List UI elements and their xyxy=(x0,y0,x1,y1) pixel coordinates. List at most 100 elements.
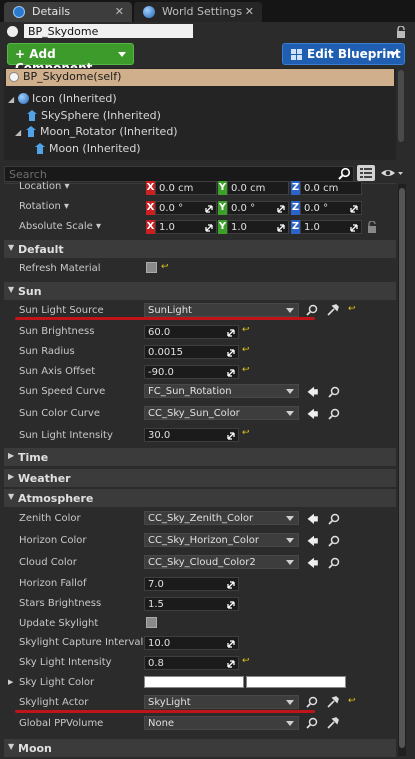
picker-icon[interactable] xyxy=(327,304,339,316)
reset-icon[interactable]: ↩ xyxy=(348,696,356,706)
grid-view-icon[interactable] xyxy=(357,165,375,181)
section-moon[interactable]: ▼ Moon xyxy=(4,739,396,757)
picker-icon[interactable] xyxy=(327,696,339,708)
reset-icon[interactable]: ↩ xyxy=(348,304,356,314)
details-scrollbar[interactable] xyxy=(399,188,405,748)
sky-light-color-swatch[interactable] xyxy=(144,676,244,688)
browse-icon[interactable] xyxy=(306,717,318,729)
search-icon[interactable] xyxy=(338,167,351,180)
browse-icon[interactable] xyxy=(306,304,318,316)
close-icon[interactable]: ✕ xyxy=(245,5,254,18)
zenith-color-combo[interactable]: CC_Sky_Zenith_Color xyxy=(144,511,299,525)
eye-icon[interactable] xyxy=(380,167,404,180)
tree-scrollbar[interactable] xyxy=(398,70,404,142)
horizon-fallof-label: Horizon Fallof xyxy=(19,578,87,589)
sun-color-curve-combo[interactable]: CC_Sky_Sun_Color xyxy=(144,406,299,420)
skylight-capture-interval-field[interactable]: 10.0 xyxy=(144,636,239,650)
drag-handle-icon[interactable] xyxy=(226,368,236,378)
drag-handle-icon[interactable] xyxy=(226,328,236,338)
sun-brightness-field[interactable]: 60.0 xyxy=(144,325,239,339)
drag-handle-icon[interactable] xyxy=(276,223,286,233)
reset-icon[interactable]: ↩ xyxy=(242,345,250,355)
section-weather[interactable]: ▶ Weather xyxy=(4,469,396,487)
close-icon[interactable]: ✕ xyxy=(115,5,124,18)
cloud-color-combo[interactable]: CC_Sky_Cloud_Color2 xyxy=(144,555,299,569)
drag-handle-icon[interactable] xyxy=(226,600,236,610)
section-time[interactable]: ▶ Time xyxy=(4,448,396,466)
use-selected-icon[interactable]: 🡄 xyxy=(307,511,318,530)
drag-handle-icon[interactable] xyxy=(226,580,236,590)
rotation-z-field[interactable]: 0.0 ° xyxy=(300,201,362,215)
browse-icon[interactable] xyxy=(328,513,340,525)
tab-details[interactable]: Details ✕ xyxy=(4,2,132,22)
reset-icon[interactable]: ↩ xyxy=(242,656,250,666)
sun-light-source-combo[interactable]: SunLight xyxy=(144,303,299,317)
scale-x-field[interactable]: 1.0 xyxy=(155,220,217,234)
rotation-x-field[interactable]: 0.0 ° xyxy=(155,201,217,215)
scale-label[interactable]: Absolute Scale ▾ xyxy=(19,221,101,232)
drag-handle-icon[interactable] xyxy=(226,431,236,441)
expand-arrow-icon[interactable]: ◢ xyxy=(15,128,21,137)
location-y-field[interactable]: 0.0 cm xyxy=(227,181,289,195)
browse-icon[interactable] xyxy=(328,386,340,398)
global-ppvolume-combo[interactable]: None xyxy=(144,716,299,730)
search-input[interactable]: Search xyxy=(4,166,354,182)
drag-handle-icon[interactable] xyxy=(226,659,236,669)
edit-blueprint-button[interactable]: Edit Blueprint xyxy=(282,43,405,65)
actor-name-field[interactable]: BP_Skydome xyxy=(24,24,193,38)
tab-world-settings[interactable]: World Settings ✕ xyxy=(134,2,262,22)
drag-handle-icon[interactable] xyxy=(204,223,214,233)
drag-handle-icon[interactable] xyxy=(226,639,236,649)
drag-handle-icon[interactable] xyxy=(204,204,214,214)
reset-icon[interactable]: ↩ xyxy=(242,325,250,335)
sun-light-source-label: Sun Light Source xyxy=(19,305,104,316)
rotation-label[interactable]: Rotation ▾ xyxy=(19,201,69,212)
stars-brightness-field[interactable]: 1.5 xyxy=(144,597,239,611)
expand-arrow-icon[interactable]: ▶ xyxy=(8,678,13,686)
sun-light-intensity-field[interactable]: 30.0 xyxy=(144,428,239,442)
drag-handle-icon[interactable] xyxy=(276,204,286,214)
rotation-y-field[interactable]: 0.0 ° xyxy=(227,201,289,215)
horizon-fallof-field[interactable]: 7.0 xyxy=(144,577,239,591)
section-atmosphere[interactable]: ▼ Atmosphere xyxy=(4,489,396,507)
skylight-actor-combo[interactable]: SkyLight xyxy=(144,695,299,709)
update-skylight-checkbox[interactable] xyxy=(146,617,157,628)
lock-icon[interactable] xyxy=(396,26,406,38)
horizon-color-combo[interactable]: CC_Sky_Horizon_Color xyxy=(144,533,299,547)
section-sun[interactable]: ▼ Sun xyxy=(4,282,396,300)
sky-light-color-alpha[interactable] xyxy=(246,676,346,688)
use-selected-icon[interactable]: 🡄 xyxy=(307,555,318,574)
drag-handle-icon[interactable] xyxy=(226,348,236,358)
location-label[interactable]: Location ▾ xyxy=(19,181,70,192)
browse-icon[interactable] xyxy=(328,408,340,420)
reset-icon[interactable]: ↩ xyxy=(242,428,250,438)
location-x-field[interactable]: 0.0 cm xyxy=(155,181,217,195)
sky-light-intensity-field[interactable]: 0.8 xyxy=(144,656,239,670)
sun-radius-field[interactable]: 0.0015 xyxy=(144,345,239,359)
section-default[interactable]: ▼ Default xyxy=(4,240,396,258)
drag-handle-icon[interactable] xyxy=(349,204,359,214)
scale-z-field[interactable]: 1.0 xyxy=(300,220,362,234)
browse-icon[interactable] xyxy=(328,557,340,569)
scale-y-field[interactable]: 1.0 xyxy=(227,220,289,234)
tree-item-moon-rotator[interactable]: Moon_Rotator (Inherited) xyxy=(40,125,178,138)
sun-axis-offset-field[interactable]: -90.0 xyxy=(144,365,239,379)
drag-handle-icon[interactable] xyxy=(349,223,359,233)
tree-item-moon[interactable]: Moon (Inherited) xyxy=(49,142,141,155)
lock-icon[interactable] xyxy=(367,221,377,233)
use-selected-icon[interactable]: 🡄 xyxy=(307,384,318,403)
sun-speed-curve-combo[interactable]: FC_Sun_Rotation xyxy=(144,384,299,398)
reset-icon[interactable]: ↩ xyxy=(242,365,250,375)
add-component-button[interactable]: + Add Component xyxy=(7,43,134,75)
browse-icon[interactable] xyxy=(328,535,340,547)
refresh-material-checkbox[interactable] xyxy=(146,262,157,273)
tree-item-icon[interactable]: Icon (Inherited) xyxy=(32,92,117,105)
browse-icon[interactable] xyxy=(306,696,318,708)
tree-item-skysphere[interactable]: SkySphere (Inherited) xyxy=(41,109,161,122)
expand-arrow-icon[interactable]: ◢ xyxy=(8,95,14,104)
use-selected-icon[interactable]: 🡄 xyxy=(307,533,318,552)
use-selected-icon[interactable]: 🡄 xyxy=(307,406,318,425)
picker-icon[interactable] xyxy=(327,717,339,729)
location-z-field[interactable]: 0.0 cm xyxy=(300,181,362,195)
reset-icon[interactable]: ↩ xyxy=(161,262,169,272)
